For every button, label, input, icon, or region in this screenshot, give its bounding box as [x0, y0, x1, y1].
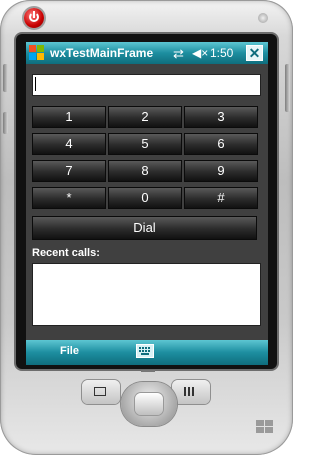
right-softkey-button[interactable]: [172, 380, 210, 404]
side-stylus-slot: [285, 64, 290, 112]
app-body: 1 2 3 4 5 6 7 8 9 * 0 # Dial Recent call…: [26, 64, 268, 340]
speaker-grille: [141, 370, 155, 372]
clock[interactable]: 1:50: [210, 46, 233, 60]
keyboard-icon[interactable]: [136, 344, 154, 358]
phone-number-input[interactable]: [32, 74, 261, 96]
close-button[interactable]: ✕: [246, 45, 263, 61]
dpad[interactable]: [121, 382, 177, 426]
power-button[interactable]: [24, 8, 44, 28]
side-volume-button[interactable]: [3, 64, 8, 92]
recent-calls-list[interactable]: [32, 263, 261, 326]
left-softkey-button[interactable]: [82, 380, 120, 404]
dial-button[interactable]: Dial: [32, 216, 257, 240]
indicator-led: [258, 13, 268, 23]
windows-logo-icon: [256, 420, 274, 434]
volume-icon[interactable]: ◀×: [192, 46, 208, 60]
recent-calls-label: Recent calls:: [32, 247, 100, 259]
file-menu[interactable]: File: [60, 345, 79, 357]
key-6[interactable]: 6: [184, 133, 258, 155]
menu-bar: File: [26, 340, 268, 365]
contact-card-icon: [94, 387, 106, 396]
key-7[interactable]: 7: [32, 160, 106, 182]
title-bar: wxTestMainFrame ⇄ ◀× 1:50 ✕: [26, 42, 268, 64]
key-4[interactable]: 4: [32, 133, 106, 155]
screen: wxTestMainFrame ⇄ ◀× 1:50 ✕ 1 2 3 4 5 6 …: [26, 42, 268, 365]
window-title: wxTestMainFrame: [50, 46, 154, 60]
key-9[interactable]: 9: [184, 160, 258, 182]
device-frame: wxTestMainFrame ⇄ ◀× 1:50 ✕ 1 2 3 4 5 6 …: [0, 0, 293, 455]
key-5[interactable]: 5: [108, 133, 182, 155]
connectivity-icon[interactable]: ⇄: [173, 46, 184, 62]
key-8[interactable]: 8: [108, 160, 182, 182]
key-2[interactable]: 2: [108, 106, 182, 128]
key-0[interactable]: 0: [108, 187, 182, 209]
windows-start-icon[interactable]: [29, 45, 45, 61]
side-button[interactable]: [3, 112, 8, 134]
calendar-icon: [184, 387, 196, 396]
key-1[interactable]: 1: [32, 106, 106, 128]
key-star[interactable]: *: [32, 187, 106, 209]
key-hash[interactable]: #: [184, 187, 258, 209]
key-3[interactable]: 3: [184, 106, 258, 128]
text-caret: [35, 77, 36, 91]
dpad-center-button[interactable]: [135, 393, 163, 415]
